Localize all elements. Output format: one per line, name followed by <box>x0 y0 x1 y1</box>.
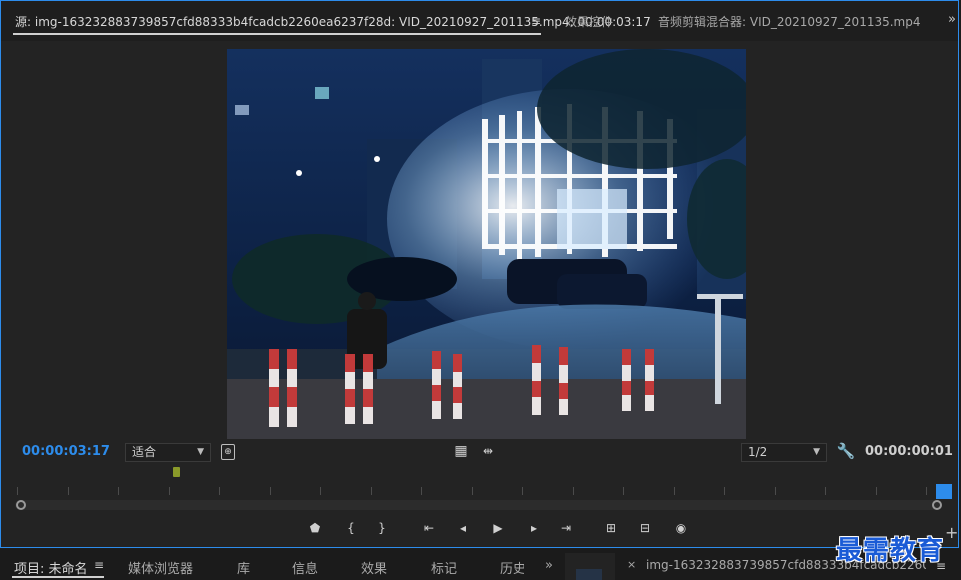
play-icon[interactable]: ▶ <box>490 521 506 539</box>
ruler-tick <box>572 487 574 495</box>
duration-timecode: 00:00:00:01 <box>865 444 953 459</box>
film-strip-icon[interactable]: ▦ <box>454 443 468 459</box>
ruler-tick <box>673 487 675 495</box>
ruler-tick <box>320 487 321 495</box>
tab-media-browser[interactable]: 媒体浏览器 <box>128 558 193 577</box>
watermark-logo: 最需教育 <box>836 536 945 566</box>
ruler-tick <box>168 487 170 495</box>
go-to-out-icon[interactable]: ⇥ <box>558 521 574 539</box>
sequence-close-icon[interactable]: × <box>627 558 636 571</box>
panel-menu-icon[interactable]: ≡ <box>531 14 541 28</box>
step-back-icon[interactable]: ◂ <box>455 521 471 539</box>
go-to-in-icon[interactable]: ⇤ <box>421 521 437 539</box>
video-frame-image <box>227 49 746 439</box>
tab-info[interactable]: 信息 <box>292 558 318 577</box>
mark-out-icon[interactable]: } <box>374 521 390 539</box>
program-play-icon[interactable] <box>576 569 602 580</box>
chevron-down-icon: ▼ <box>197 447 204 457</box>
ruler-tick <box>118 487 119 495</box>
add-button-icon[interactable]: + <box>945 523 958 542</box>
ruler-tick <box>825 487 826 495</box>
zoom-select-value: 适合 <box>132 445 157 459</box>
ruler-tick <box>269 487 271 495</box>
resolution-select[interactable]: 1/2 ▼ <box>741 443 827 462</box>
time-ruler[interactable] <box>15 479 953 501</box>
playhead-marker[interactable] <box>173 467 180 477</box>
tab-overflow-icon[interactable]: » <box>948 12 956 27</box>
ruler-tick <box>219 487 220 495</box>
tab-source[interactable]: 源: img-163232883739857cfd88333b4fcadcb22… <box>15 13 651 30</box>
export-frame-icon[interactable]: ◉ <box>673 521 689 539</box>
video-preview[interactable] <box>227 49 746 439</box>
ruler-tick <box>875 487 877 495</box>
active-tab-indicator <box>12 576 104 578</box>
chevron-down-icon: ▼ <box>813 447 820 457</box>
ruler-tick <box>370 487 372 495</box>
wrench-icon[interactable]: 🔧 <box>837 442 856 460</box>
overwrite-icon[interactable]: ⊟ <box>637 521 653 539</box>
resolution-select-value: 1/2 <box>748 445 768 459</box>
tab-library[interactable]: 库 <box>237 558 250 577</box>
panel-tab-bar: 源: img-163232883739857cfd88333b4fcadcb22… <box>1 1 958 41</box>
tab-audio-clip-mixer[interactable]: 音频剪辑混合器: VID_20210927_201135.mp4 <box>658 13 921 30</box>
out-point-marker[interactable] <box>936 484 952 499</box>
tabs-overflow-icon[interactable]: » <box>545 558 553 573</box>
ruler-tick <box>522 487 523 495</box>
ruler-tick <box>724 487 725 495</box>
scroll-handle-left[interactable] <box>16 500 26 510</box>
add-marker-icon[interactable]: ⬟ <box>307 521 323 539</box>
ruler-tick <box>67 487 69 495</box>
settings-icon[interactable]: ⊕ <box>221 444 235 460</box>
source-monitor-panel: 源: img-163232883739857cfd88333b4fcadcb22… <box>0 0 959 548</box>
tab-effect-controls[interactable]: 效果控件 <box>565 13 613 30</box>
tab-markers[interactable]: 标记 <box>431 558 457 577</box>
drag-audio-video-icon[interactable]: ⇹ <box>480 443 496 459</box>
bottom-panel-tabs: 项目: 未命名 ≡ 媒体浏览器 库 信息 效果 标记 历史 » × img-16… <box>0 523 961 580</box>
tab-effects[interactable]: 效果 <box>361 558 387 577</box>
tab-project[interactable]: 项目: 未命名 <box>14 558 88 577</box>
project-menu-icon[interactable]: ≡ <box>94 558 104 572</box>
ruler-tick <box>17 487 18 495</box>
tab-history[interactable]: 历史 <box>500 558 524 577</box>
ruler-tick <box>926 487 927 495</box>
insert-icon[interactable]: ⊞ <box>603 521 619 539</box>
zoom-select[interactable]: 适合 ▼ <box>125 443 211 462</box>
ruler-tick <box>623 487 624 495</box>
ruler-tick <box>471 487 473 495</box>
ruler-tick <box>774 487 776 495</box>
step-forward-icon[interactable]: ▸ <box>526 521 542 539</box>
active-tab-indicator <box>13 33 541 35</box>
zoom-scroll-bar[interactable] <box>15 500 939 510</box>
ruler-tick <box>421 487 422 495</box>
scroll-handle-right[interactable] <box>932 500 942 510</box>
mark-in-icon[interactable]: { <box>343 521 359 539</box>
current-timecode[interactable]: 00:00:03:17 <box>22 444 110 459</box>
